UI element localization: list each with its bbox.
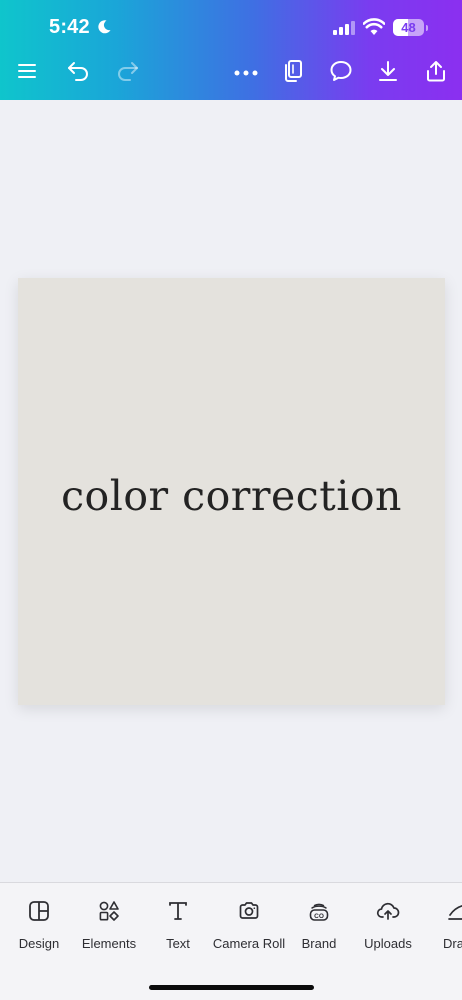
nav-uploads-label: Uploads — [364, 936, 412, 951]
menu-button[interactable] — [12, 58, 42, 88]
redo-button[interactable] — [113, 58, 143, 88]
draw-icon — [446, 899, 462, 923]
text-icon — [166, 899, 190, 923]
bottom-toolbar: Design Elements Text Camera Roll CO Bran… — [0, 882, 462, 1000]
pages-button[interactable] — [278, 58, 308, 88]
battery-icon: 48 — [393, 19, 424, 36]
home-indicator[interactable] — [149, 985, 314, 990]
download-icon — [377, 59, 399, 88]
camera-icon — [237, 899, 261, 923]
nav-elements-label: Elements — [81, 936, 137, 951]
undo-icon — [66, 60, 90, 87]
cellular-signal-icon — [333, 21, 355, 40]
battery-level-text: 48 — [401, 20, 416, 35]
design-canvas[interactable]: color correction — [18, 278, 445, 705]
share-button[interactable] — [421, 58, 451, 88]
more-options-button[interactable] — [231, 58, 261, 88]
nav-elements[interactable]: Elements — [78, 899, 140, 959]
nav-design[interactable]: Design — [14, 899, 64, 959]
status-time: 5:42 — [49, 16, 90, 38]
nav-camera-roll[interactable]: Camera Roll — [210, 899, 288, 959]
design-icon — [27, 899, 51, 923]
wifi-icon — [362, 18, 386, 41]
battery-cap — [426, 25, 428, 31]
brand-icon: CO — [307, 899, 331, 923]
download-button[interactable] — [373, 58, 403, 88]
nav-uploads[interactable]: Uploads — [360, 899, 416, 959]
nav-camera-roll-label: Camera Roll — [212, 936, 286, 951]
menu-icon — [17, 62, 37, 85]
nav-text-label: Text — [166, 936, 190, 951]
more-icon — [234, 64, 258, 82]
redo-icon — [116, 60, 140, 87]
svg-text:CO: CO — [314, 913, 324, 920]
comment-icon — [329, 59, 353, 88]
nav-draw[interactable]: Dra — [440, 899, 462, 959]
nav-brand[interactable]: CO Brand — [296, 899, 342, 959]
canvas-text-element[interactable]: color correction — [61, 472, 402, 520]
pages-icon — [282, 59, 304, 88]
share-icon — [425, 59, 447, 88]
nav-design-label: Design — [18, 936, 60, 951]
upload-cloud-icon — [376, 899, 400, 923]
undo-button[interactable] — [63, 58, 93, 88]
moon-icon — [96, 19, 112, 40]
nav-text[interactable]: Text — [158, 899, 198, 959]
elements-icon — [97, 899, 121, 923]
app-header: 5:42 48 — [0, 0, 462, 100]
nav-brand-label: Brand — [301, 936, 337, 951]
nav-draw-label: Dra — [443, 936, 462, 951]
status-bar: 5:42 48 — [0, 0, 462, 56]
comment-button[interactable] — [326, 58, 356, 88]
